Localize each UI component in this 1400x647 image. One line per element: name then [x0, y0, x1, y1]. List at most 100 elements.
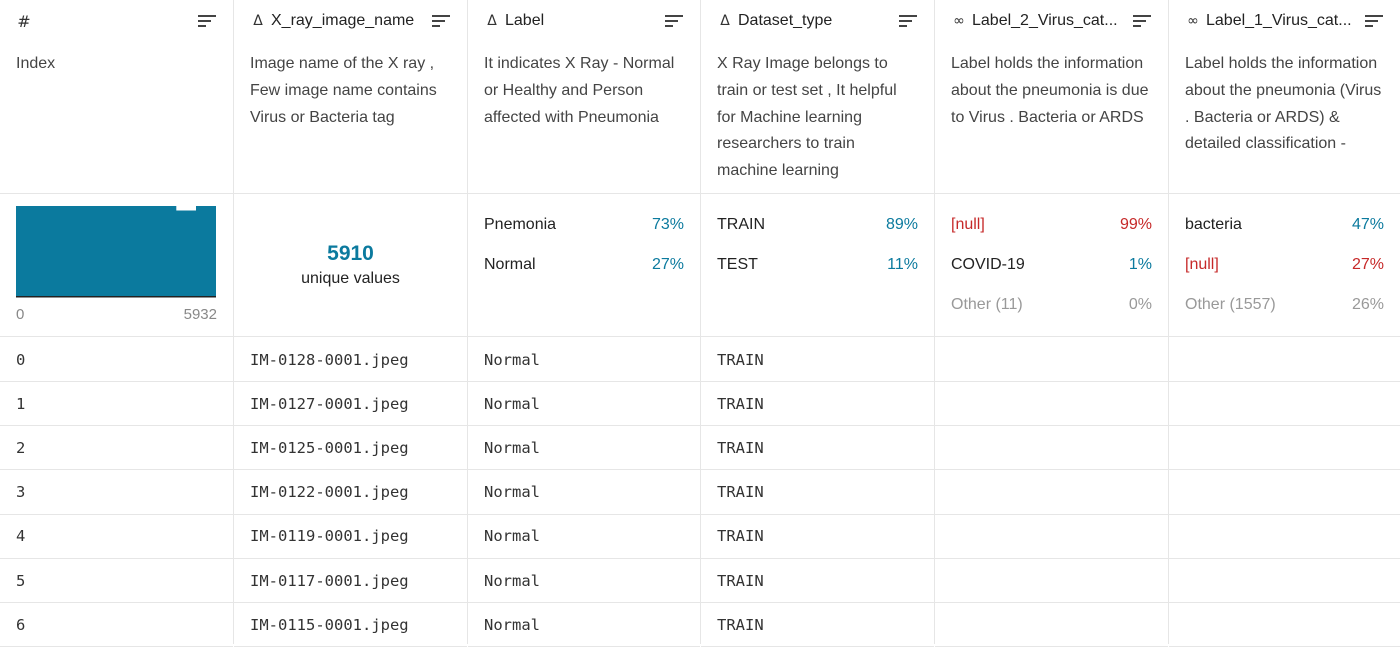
table-cell[interactable]	[935, 338, 1168, 382]
table-cell[interactable]	[935, 515, 1168, 559]
column-summary: TRAIN 89% TEST 11%	[701, 194, 934, 337]
table-cell[interactable]: Normal	[468, 471, 700, 515]
histogram-bar	[36, 206, 57, 296]
column-name: X_ray_image_name	[271, 12, 415, 29]
sort-icon[interactable]	[431, 14, 451, 28]
category-percent: 73%	[651, 216, 684, 233]
column-header[interactable]: Δ X_ray_image_name	[234, 0, 467, 42]
histogram-bar	[116, 206, 137, 296]
table-cell[interactable]	[935, 603, 1168, 647]
table-cell[interactable]: IM-0122-0001.jpeg	[234, 471, 467, 515]
table-cell[interactable]	[935, 382, 1168, 427]
column-header[interactable]: #	[0, 0, 233, 42]
table-cell[interactable]: Normal	[468, 515, 700, 559]
category-row[interactable]: [null] 27%	[1185, 254, 1384, 276]
table-cell[interactable]	[1169, 559, 1400, 603]
table-cell[interactable]: TRAIN	[701, 559, 934, 603]
sort-icon[interactable]	[898, 14, 918, 28]
table-cell[interactable]: IM-0119-0001.jpeg	[234, 515, 467, 559]
table-cell[interactable]: TRAIN	[701, 603, 934, 647]
category-row[interactable]: TRAIN 89%	[717, 214, 918, 236]
cell-value: 4	[16, 527, 26, 546]
category-percent: 27%	[1351, 256, 1384, 273]
table-cell[interactable]: 4	[0, 515, 233, 559]
sort-icon[interactable]	[197, 14, 217, 28]
histogram-bar	[136, 206, 157, 296]
table-cell[interactable]: TRAIN	[701, 338, 934, 382]
column-description: Image name of the X ray , Few image name…	[234, 42, 467, 194]
cell-value: TRAIN	[717, 615, 764, 634]
category-row[interactable]: COVID-19 1%	[951, 254, 1152, 276]
category-row[interactable]: Other (1557) 26%	[1185, 294, 1384, 316]
category-percent: 1%	[1128, 256, 1152, 273]
table-cell[interactable]	[1169, 603, 1400, 647]
table-cell[interactable]: 3	[0, 471, 233, 515]
cell-value: 1	[16, 394, 26, 413]
category-row[interactable]: TEST 11%	[717, 254, 918, 276]
column-header[interactable]: ∞ Label_2_Virus_cat...	[935, 0, 1168, 42]
category-row[interactable]: bacteria 47%	[1185, 214, 1384, 236]
cell-value: TRAIN	[717, 350, 764, 369]
table-cell[interactable]: TRAIN	[701, 515, 934, 559]
column-header[interactable]: Δ Label	[468, 0, 700, 42]
column-description: Label holds the information about the pn…	[1169, 42, 1400, 194]
table-cell[interactable]: Normal	[468, 426, 700, 471]
column-header[interactable]: ∞ Label_1_Virus_cat...	[1169, 0, 1400, 42]
category-row[interactable]: [null] 99%	[951, 214, 1152, 236]
table-cell[interactable]: IM-0128-0001.jpeg	[234, 338, 467, 382]
table-cell[interactable]	[1169, 338, 1400, 382]
sort-icon[interactable]	[664, 14, 684, 28]
sort-icon[interactable]	[1364, 14, 1384, 28]
column-name: Label_1_Virus_cat...	[1206, 12, 1352, 29]
table-cell[interactable]	[1169, 382, 1400, 427]
category-label: [null]	[1185, 256, 1219, 273]
category-label: [null]	[951, 216, 985, 233]
histogram-bar	[16, 206, 37, 296]
table-cell[interactable]: IM-0117-0001.jpeg	[234, 559, 467, 603]
column-header[interactable]: Δ Dataset_type	[701, 0, 934, 42]
histogram-bar	[156, 206, 177, 296]
histogram-bar	[96, 206, 117, 296]
table-cell[interactable]	[935, 471, 1168, 515]
table-cell[interactable]: Normal	[468, 338, 700, 382]
cell-value: 6	[16, 615, 26, 634]
sort-icon[interactable]	[1132, 14, 1152, 28]
column-name: Label	[505, 12, 545, 29]
table-cell[interactable]: Normal	[468, 559, 700, 603]
column-summary: bacteria 47% [null] 27% Other (1557) 26%	[1169, 194, 1400, 337]
table-cell[interactable]	[1169, 426, 1400, 471]
table-cell[interactable]: TRAIN	[701, 426, 934, 471]
table-cell[interactable]: TRAIN	[701, 471, 934, 515]
category-row[interactable]: Pnemonia 73%	[484, 214, 684, 236]
column-label-2-virus-category: ∞ Label_2_Virus_cat... Label holds the inf…	[935, 0, 1169, 647]
category-label: bacteria	[1185, 216, 1242, 233]
table-cell[interactable]	[1169, 471, 1400, 515]
table-cell[interactable]: IM-0125-0001.jpeg	[234, 426, 467, 471]
table-cell[interactable]: IM-0115-0001.jpeg	[234, 603, 467, 647]
table-cell[interactable]	[935, 559, 1168, 603]
cell-value: TRAIN	[717, 527, 764, 546]
table-cell[interactable]: Normal	[468, 382, 700, 427]
table-cell[interactable]: Normal	[468, 603, 700, 647]
table-cell[interactable]	[1169, 515, 1400, 559]
category-row[interactable]: Other (11) 0%	[951, 294, 1152, 316]
data-table: # Index 0 5932 0 1 2 3 4 5 6 Δ X_ray_image_name Image…	[0, 0, 1400, 647]
category-percent: 27%	[651, 256, 684, 273]
column-summary: 0 5932	[0, 194, 233, 337]
table-cell[interactable]: 2	[0, 426, 233, 471]
cell-value: Normal	[484, 483, 540, 502]
category-row[interactable]: Normal 27%	[484, 254, 684, 276]
category-percent: 11%	[887, 256, 918, 273]
column-index: # Index 0 5932 0 1 2 3 4 5 6	[0, 0, 234, 647]
table-cell[interactable]: 1	[0, 382, 233, 427]
table-cell[interactable]	[935, 426, 1168, 471]
table-cell[interactable]: TRAIN	[701, 382, 934, 427]
table-cell[interactable]: 0	[0, 338, 233, 382]
histogram-bar	[56, 206, 77, 296]
table-cell[interactable]: 5	[0, 559, 233, 603]
column-label-1-virus-category: ∞ Label_1_Virus_cat... Label holds the inf…	[1169, 0, 1400, 647]
cell-value: IM-0127-0001.jpeg	[250, 394, 409, 413]
table-cell[interactable]: 6	[0, 603, 233, 647]
table-cell[interactable]: IM-0127-0001.jpeg	[234, 382, 467, 427]
category-percent: 89%	[885, 216, 918, 233]
